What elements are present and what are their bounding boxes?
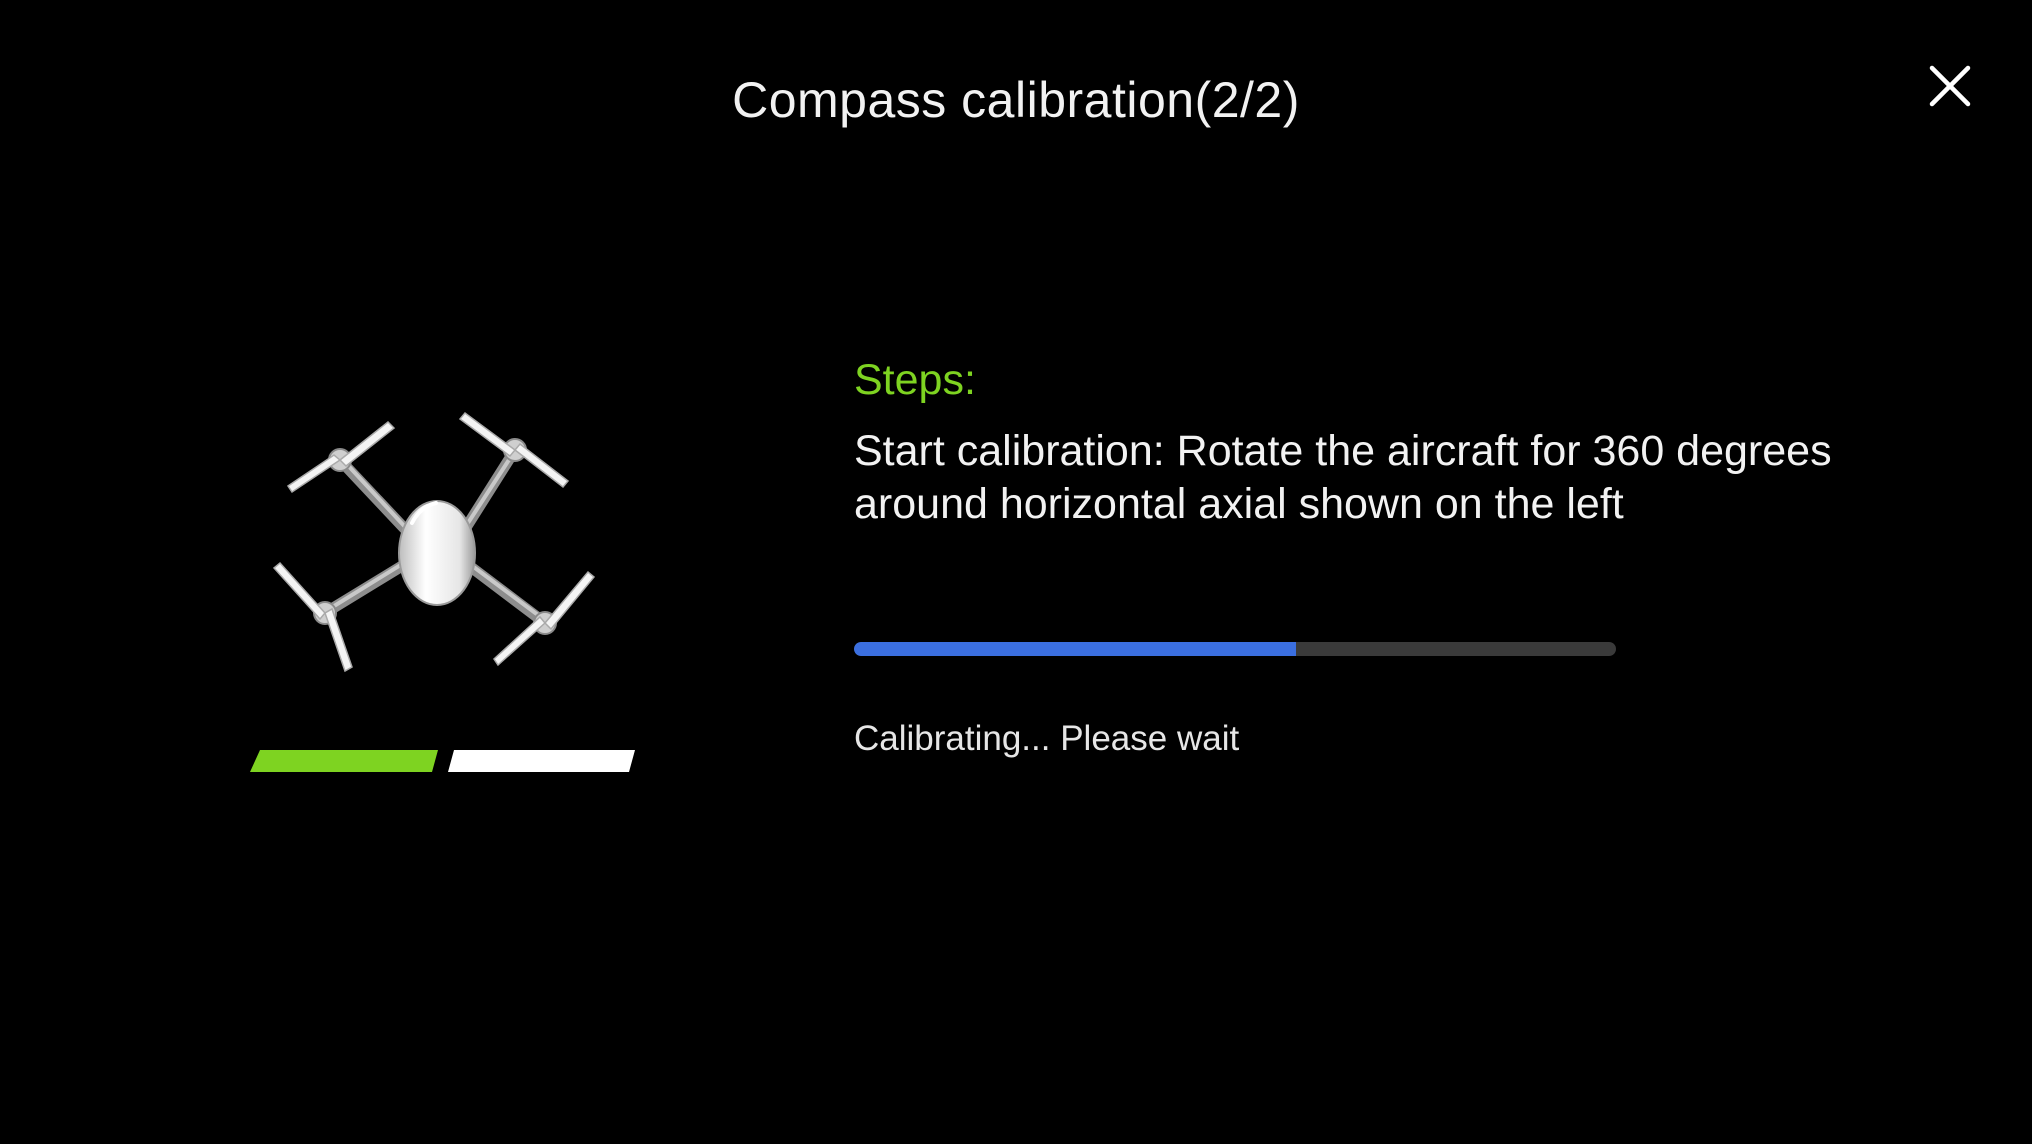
close-icon bbox=[1929, 65, 1971, 107]
page-title: Compass calibration(2/2) bbox=[732, 72, 1300, 128]
drone-icon bbox=[272, 411, 596, 673]
steps-heading: Steps: bbox=[854, 356, 976, 404]
step-indicator bbox=[250, 750, 640, 772]
step-segment-2 bbox=[448, 750, 635, 772]
instruction-text: Start calibration: Rotate the aircraft f… bbox=[854, 427, 1832, 528]
step-segment-1 bbox=[250, 750, 438, 772]
calibration-progress-bar bbox=[854, 642, 1616, 656]
drone-illustration bbox=[270, 395, 610, 695]
close-button[interactable] bbox=[1918, 54, 1982, 118]
status-text: Calibrating... Please wait bbox=[854, 719, 1240, 758]
calibration-progress-fill bbox=[854, 642, 1296, 656]
